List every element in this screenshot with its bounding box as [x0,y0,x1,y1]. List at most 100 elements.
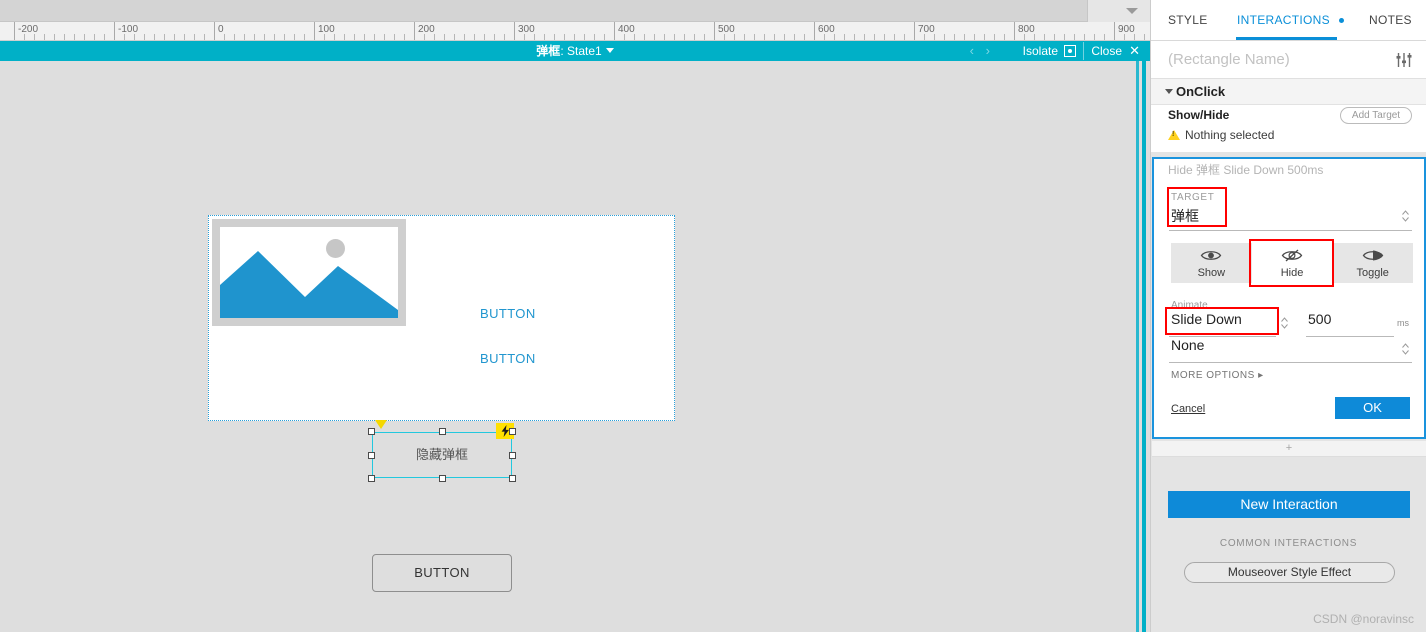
image-placeholder-inner [220,227,398,318]
ruler-label: 600 [818,24,835,35]
design-canvas[interactable]: BUTTON BUTTON 隐藏弹框 BUTTON [0,61,1150,632]
ruler-minor-tick [684,34,685,40]
chevron-down-icon[interactable] [1165,89,1173,94]
easing-stepper-icon[interactable] [1401,342,1410,356]
ruler-minor-tick [74,34,75,40]
resize-handle-n[interactable] [439,428,446,435]
ruler-major-tick [214,22,215,40]
rotate-handle-icon[interactable] [375,420,387,429]
ruler-minor-tick [694,34,695,40]
ruler-minor-tick [1054,34,1055,40]
inspector-tabs: STYLE INTERACTIONS NOTES [1151,0,1426,41]
ruler-major-tick [714,22,715,40]
panel-collapse-area[interactable] [1087,0,1150,22]
ruler-minor-tick [824,34,825,40]
resize-handle-nw[interactable] [368,428,375,435]
resize-handle-se[interactable] [509,475,516,482]
visibility-option-toggle[interactable]: Toggle [1332,243,1413,283]
isolate-target-icon[interactable] [1064,45,1076,57]
app-root: -200 -100 0 100 200 300 400 500 600 700 800 900 弹框:… [0,0,1426,632]
ruler-minor-tick [664,34,665,40]
image-placeholder-icon[interactable] [212,219,406,326]
add-action-row[interactable]: + [1152,441,1426,457]
ruler-minor-tick [804,34,805,40]
animate-select-value[interactable]: Slide Down [1171,311,1242,327]
more-options-toggle[interactable]: MORE OPTIONS ▸ [1171,370,1264,381]
ruler-minor-tick [264,34,265,40]
ruler-major-tick [414,22,415,40]
ruler-minor-tick [934,34,935,40]
resize-handle-w[interactable] [368,452,375,459]
dialog-widget[interactable]: BUTTON BUTTON [208,215,675,421]
ruler-label: 200 [418,24,435,35]
ruler-minor-tick [34,34,35,40]
resize-handle-s[interactable] [439,475,446,482]
canvas-bottom-button[interactable]: BUTTON [372,554,512,592]
cancel-button[interactable]: Cancel [1171,403,1205,415]
ruler-major-tick [614,22,615,40]
dialog-link-1[interactable]: BUTTON [480,306,536,321]
ruler-minor-tick [374,34,375,40]
resize-handle-e[interactable] [509,452,516,459]
target-stepper-icon[interactable] [1401,209,1410,223]
new-interaction-button[interactable]: New Interaction [1168,491,1410,518]
target-select-value[interactable]: 弹框 [1171,206,1199,226]
ruler-minor-tick [974,34,975,40]
right-inspector-panel: STYLE INTERACTIONS NOTES (Rectangle Name… [1150,0,1426,632]
visibility-option-show[interactable]: Show [1171,243,1252,283]
ruler-minor-tick [944,34,945,40]
isolate-title: 弹框: State1 [0,41,1150,61]
duration-input[interactable]: 500 [1308,311,1331,327]
ok-button[interactable]: OK [1335,397,1410,419]
resize-handle-sw[interactable] [368,475,375,482]
ruler-major-tick [514,22,515,40]
interaction-summary-text: Hide 弹框 Slide Down 500ms [1168,163,1324,177]
chevron-down-icon[interactable] [1126,8,1138,14]
close-icon[interactable]: ✕ [1129,41,1140,61]
dialog-link-2[interactable]: BUTTON [480,351,536,366]
mouseover-style-effect-button[interactable]: Mouseover Style Effect [1184,562,1395,583]
widget-name-row[interactable]: (Rectangle Name) [1151,41,1426,79]
add-target-button[interactable]: Add Target [1340,107,1412,124]
sliders-icon[interactable] [1396,53,1412,67]
tab-interactions[interactable]: INTERACTIONS [1237,0,1330,40]
visibility-option-hide[interactable]: Hide [1251,243,1333,283]
ruler-minor-tick [194,34,195,40]
ruler-minor-tick [404,34,405,40]
selected-shape[interactable]: 隐藏弹框 [368,420,516,482]
ruler-minor-tick [794,34,795,40]
resize-handle-ne[interactable] [509,428,516,435]
ruler-label: 700 [918,24,935,35]
isolate-frame-edge [1142,61,1146,632]
ruler-minor-tick [1134,34,1135,40]
ruler-minor-tick [784,34,785,40]
ruler-minor-tick [1064,34,1065,40]
ruler-minor-tick [64,34,65,40]
isolate-next-button[interactable]: › [986,41,990,61]
visibility-option-group: Show Hide Toggle [1171,243,1413,283]
easing-select-value[interactable]: None [1171,337,1204,353]
visibility-option-toggle-label: Toggle [1356,267,1389,279]
tab-notes[interactable]: NOTES [1369,0,1412,40]
tab-style[interactable]: STYLE [1168,0,1208,40]
ruler-minor-tick [174,34,175,40]
ruler-minor-tick [634,34,635,40]
ruler-minor-tick [474,34,475,40]
chevron-down-icon[interactable] [605,48,614,53]
ruler-minor-tick [984,34,985,40]
ruler-minor-tick [754,34,755,40]
ruler-minor-tick [654,34,655,40]
isolate-close-button[interactable]: Close [1091,41,1122,61]
animate-stepper-icon[interactable] [1280,316,1289,330]
ruler-minor-tick [744,34,745,40]
image-mountain-shape [220,251,398,318]
ruler-minor-tick [854,34,855,40]
isolate-prev-button[interactable]: ‹ [970,41,974,61]
widget-name-input[interactable]: (Rectangle Name) [1168,41,1290,79]
canvas-editor: -200 -100 0 100 200 300 400 500 600 700 800 900 弹框:… [0,0,1150,632]
event-onclick-row[interactable]: OnClick [1151,79,1426,105]
ruler-minor-tick [284,34,285,40]
isolate-button-label[interactable]: Isolate [1023,41,1058,61]
easing-underline [1169,362,1412,363]
ruler-minor-tick [234,34,235,40]
